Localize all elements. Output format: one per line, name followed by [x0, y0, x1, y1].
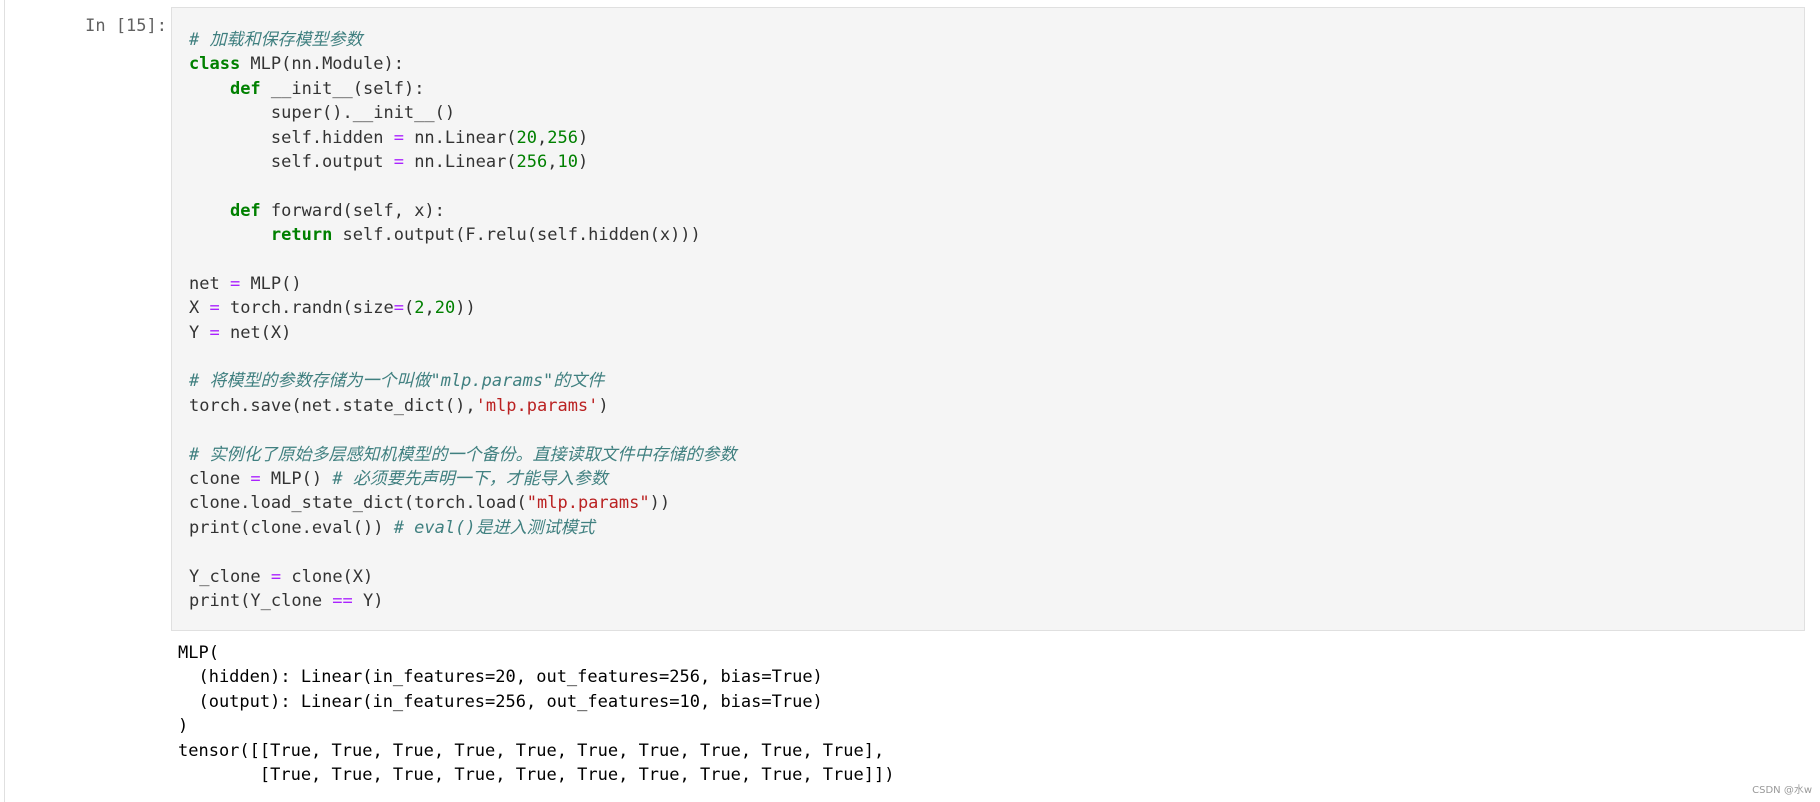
code-token: clone.load_state_dict(torch.load( [189, 493, 527, 514]
code-line: Y_clone = clone(X) [189, 565, 736, 589]
code-token: , [424, 298, 435, 319]
code-token: MLP(nn.Module): [240, 54, 404, 75]
code-token: # 加载和保存模型参数 [189, 30, 363, 50]
code-token: Y) [352, 590, 384, 611]
code-line: # 加载和保存模型参数 [189, 28, 736, 52]
code-line: self.output = nn.Linear(256,10) [189, 150, 736, 174]
code-line: self.hidden = nn.Linear(20,256) [189, 126, 736, 150]
code-token: 256 [516, 151, 548, 172]
code-token: # 将模型的参数存储为一个叫做"mlp.params"的文件 [189, 371, 605, 392]
code-token: Y_clone [189, 566, 271, 587]
code-line: def __init__(self): [189, 77, 736, 101]
code-line: torch.save(net.state_dict(),'mlp.params'… [189, 394, 736, 418]
code-token: def [229, 78, 261, 99]
code-token: net(X) [219, 322, 292, 343]
code-token: # eval()是进入测试模式 [393, 517, 595, 538]
cell-output: MLP( (hidden): Linear(in_features=20, ou… [178, 641, 894, 787]
code-token: == [332, 590, 353, 611]
code-token: ( [403, 298, 415, 319]
code-token: # 必须要先声明一下，才能导入参数 [332, 469, 608, 490]
code-token: "mlp.params" [526, 493, 650, 514]
code-token: ) [578, 151, 589, 172]
code-line: print(clone.eval()) # eval()是进入测试模式 [189, 516, 736, 540]
code-line: Y = net(X) [189, 321, 736, 345]
code-token: 10 [557, 151, 578, 172]
code-token: 2 [414, 298, 425, 319]
code-token: 20 [516, 127, 538, 148]
code-token: 20 [434, 298, 456, 319]
code-line: class MLP(nn.Module): [189, 52, 736, 76]
code-editor[interactable]: # 加载和保存模型参数 class MLP(nn.Module): def __i… [189, 28, 736, 613]
output-line: (hidden): Linear(in_features=20, out_fea… [178, 667, 823, 688]
code-token: MLP() [260, 469, 333, 490]
code-token: self.output [189, 151, 394, 172]
code-token: = [229, 273, 241, 294]
code-token: = [393, 298, 404, 319]
code-line: net = MLP() [189, 272, 736, 296]
code-token: = [250, 469, 261, 490]
code-token: 256 [547, 127, 578, 148]
code-token: MLP() [240, 273, 302, 294]
output-line: ) [178, 716, 189, 737]
code-line: X = torch.randn(size=(2,20)) [189, 296, 736, 320]
code-token: return [270, 225, 333, 246]
output-line: tensor([[True, True, True, True, True, T… [178, 740, 885, 761]
code-token: nn.Linear( [403, 151, 517, 172]
code-token: )) [455, 298, 476, 319]
code-token: self.hidden [189, 127, 394, 148]
code-token: super().__init__() [189, 103, 456, 124]
code-token: nn.Linear( [403, 127, 517, 148]
code-token: clone(X) [281, 566, 374, 587]
code-token: = [270, 566, 282, 587]
code-token: )) [649, 493, 671, 514]
code-token: self.output(F.relu(self.hidden(x))) [332, 225, 701, 246]
code-token: def [229, 200, 261, 221]
code-line: # 将模型的参数存储为一个叫做"mlp.params"的文件 [189, 369, 736, 393]
code-token: = [393, 151, 404, 172]
code-token: forward(self, x): [260, 200, 445, 221]
code-line: clone = MLP() # 必须要先声明一下，才能导入参数 [189, 467, 736, 491]
code-token: X [189, 298, 210, 319]
code-token: 'mlp.params' [475, 395, 599, 416]
code-token: print(clone.eval()) [189, 517, 394, 538]
code-token: ) [578, 127, 589, 148]
code-token: torch.randn(size [219, 298, 394, 319]
code-line: return self.output(F.relu(self.hidden(x)… [189, 223, 736, 247]
cell-prompt: In [15]: [85, 16, 167, 36]
code-token: print(Y_clone [189, 590, 333, 611]
code-token: torch.save(net.state_dict(), [189, 395, 476, 416]
code-token: net [189, 273, 230, 294]
code-line: print(Y_clone == Y) [189, 589, 736, 613]
code-line: clone.load_state_dict(torch.load("mlp.pa… [189, 491, 736, 515]
code-token: __init__(self): [260, 78, 425, 99]
code-token: clone [189, 469, 251, 490]
output-line: (output): Linear(in_features=256, out_fe… [178, 691, 823, 712]
code-token: class [189, 54, 241, 75]
output-line: [True, True, True, True, True, True, Tru… [178, 764, 895, 785]
code-token: = [209, 298, 220, 319]
watermark: CSDN @水w [1752, 785, 1812, 796]
code-line: def forward(self, x): [189, 199, 736, 223]
code-line: # 实例化了原始多层感知机模型的一个备份。直接读取文件中存储的参数 [189, 443, 736, 467]
output-line: MLP( [178, 643, 219, 663]
code-token: , [547, 151, 558, 172]
code-token: = [393, 127, 404, 148]
notebook-cell[interactable]: In [15]: # 加载和保存模型参数 class MLP(nn.Module)… [4, 0, 1815, 802]
code-line: super().__init__() [189, 101, 736, 125]
code-token: = [209, 322, 220, 343]
code-token: , [537, 127, 548, 148]
code-input-area[interactable]: # 加载和保存模型参数 class MLP(nn.Module): def __i… [171, 7, 1805, 631]
code-token: # 实例化了原始多层感知机模型的一个备份。直接读取文件中存储的参数 [189, 444, 737, 465]
code-token: ) [598, 395, 609, 416]
code-token: Y [189, 322, 210, 343]
